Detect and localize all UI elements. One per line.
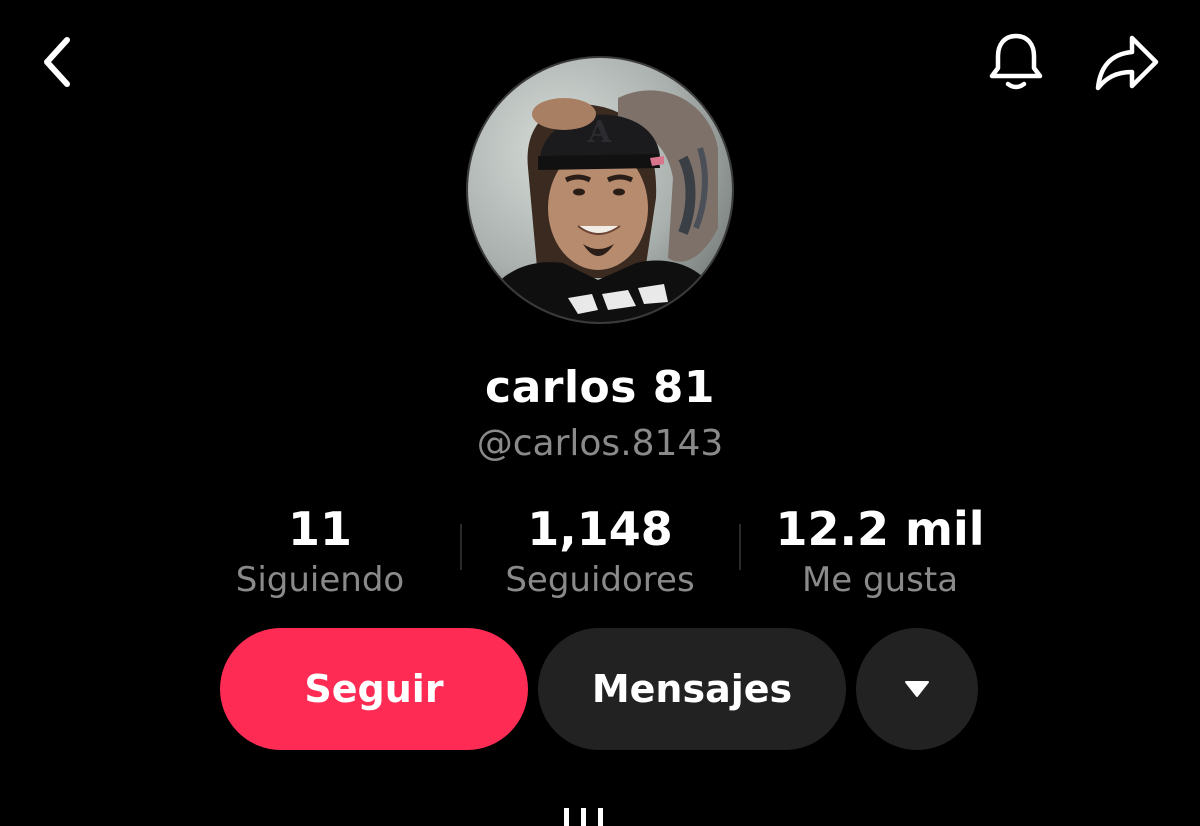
grid-tab-icon[interactable] [560,804,608,826]
follow-button[interactable]: Seguir [220,628,528,750]
avatar[interactable]: A [466,56,734,324]
stat-label: Siguiendo [235,560,405,600]
message-button[interactable]: Mensajes [538,628,846,750]
stat-value: 11 [287,502,352,556]
stat-following[interactable]: 11 Siguiendo [220,500,420,602]
share-arrow-icon [1095,35,1159,91]
profile-screen: A carlos 81 @carlos.8143 11 Siguiendo 1,… [0,0,1200,826]
stat-followers[interactable]: 1,148 Seguidores [484,500,716,602]
profile-photo: A [468,58,732,322]
display-name: carlos 81 [484,362,716,413]
more-options-button[interactable] [856,628,978,750]
stat-label: Seguidores [505,560,695,600]
notifications-button[interactable] [984,28,1048,96]
bell-icon [989,33,1043,90]
stat-value: 1,148 [527,502,673,556]
stat-divider [460,524,462,570]
share-button[interactable] [1092,28,1162,96]
stat-label: Me gusta [801,560,959,600]
back-button[interactable] [30,30,84,94]
triangle-down-icon [905,681,929,697]
stat-likes[interactable]: 12.2 mil Me gusta [768,500,992,602]
chevron-left-icon [44,37,70,87]
stat-divider [739,524,741,570]
username-handle: @carlos.8143 [476,423,724,464]
stat-value: 12.2 mil [775,502,985,556]
